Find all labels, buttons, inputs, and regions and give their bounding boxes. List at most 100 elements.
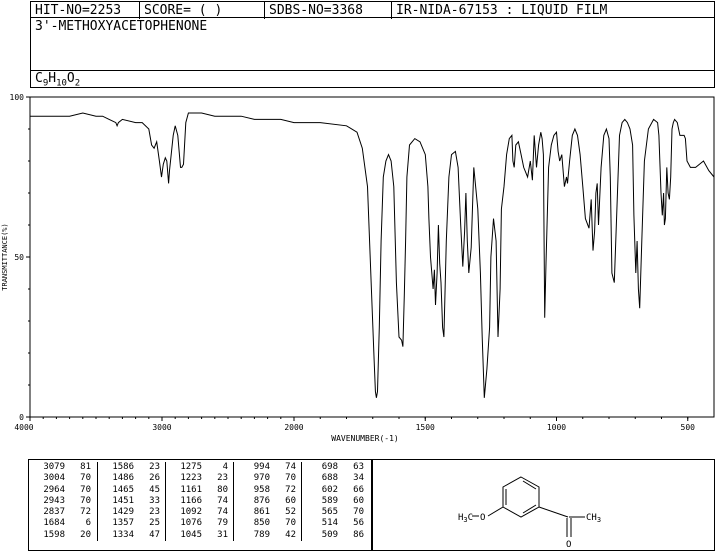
- peak-row: 1684 6: [29, 518, 97, 529]
- peak-transmittance: 33: [149, 495, 160, 506]
- peak-row: 970 70: [234, 473, 302, 484]
- peak-column: 1275 4 1223 23 1161 80 1166 74 1092 74 1076 79 1045 3…: [165, 462, 234, 542]
- peak-row: 1334 47: [98, 530, 166, 541]
- peak-row: 589 60: [302, 496, 370, 507]
- y-tick-label: 100: [10, 93, 25, 102]
- peak-column: 1586 23 1486 26 1465 45 1451 33 1429 23 1357 25 1334…: [97, 462, 166, 542]
- peak-transmittance: 26: [149, 473, 160, 484]
- peak-wavenumber: 2943: [43, 495, 65, 506]
- peak-transmittance: 70: [80, 473, 91, 484]
- peak-transmittance: 70: [353, 507, 364, 518]
- chemical-structure: H3C O O CH3: [458, 476, 601, 550]
- peak-transmittance: 63: [353, 462, 364, 472]
- peak-transmittance: 23: [149, 462, 160, 472]
- peak-transmittance: 70: [80, 484, 91, 495]
- peak-row: 994 74: [234, 462, 302, 473]
- peak-transmittance: 45: [149, 484, 160, 495]
- acetyl-methyl-label: CH3: [586, 513, 601, 524]
- peak-wavenumber: 2964: [43, 484, 65, 495]
- peak-transmittance: 56: [353, 518, 364, 529]
- peak-wavenumber: 565: [321, 507, 338, 518]
- peak-transmittance: 72: [285, 484, 296, 495]
- peak-transmittance: 70: [285, 518, 296, 529]
- peak-transmittance: 6: [85, 518, 91, 529]
- peak-transmittance: 70: [80, 495, 91, 506]
- peak-wavenumber: 1161: [180, 484, 202, 495]
- peak-row: 3079 81: [29, 462, 97, 473]
- peak-transmittance: 60: [353, 495, 364, 506]
- peak-transmittance: 42: [285, 529, 296, 540]
- peak-row: 2964 70: [29, 485, 97, 496]
- peak-row: 2943 70: [29, 496, 97, 507]
- peak-row: 1223 23: [166, 473, 234, 484]
- peak-row: 1465 45: [98, 485, 166, 496]
- peak-column: 698 63 688 34 602 66 589 60 565 70 514 56 509 86: [301, 462, 370, 542]
- peak-wavenumber: 970: [253, 473, 270, 484]
- y-tick-label: 50: [14, 253, 24, 262]
- peak-wavenumber: 2837: [43, 507, 65, 518]
- peak-transmittance: 74: [217, 507, 228, 518]
- peak-wavenumber: 876: [253, 495, 270, 506]
- peak-wavenumber: 994: [253, 462, 270, 472]
- y-tick-label: 0: [19, 413, 24, 422]
- peak-row: 1598 20: [29, 530, 97, 541]
- peak-row: 789 42: [234, 530, 302, 541]
- peak-wavenumber: 1486: [112, 473, 134, 484]
- ring-to-carbonyl-bond: [538, 506, 569, 518]
- peak-transmittance: 23: [217, 473, 228, 484]
- peak-wavenumber: 602: [321, 484, 338, 495]
- ring-to-oxygen-bond: [487, 506, 504, 517]
- peak-row: 1275 4: [166, 462, 234, 473]
- peak-transmittance: 34: [353, 473, 364, 484]
- peak-transmittance: 70: [285, 473, 296, 484]
- peak-wavenumber: 1465: [112, 484, 134, 495]
- peak-column: 994 74 970 70 958 72 876 60 861 52 850 70 789 42: [233, 462, 302, 542]
- peak-wavenumber: 1429: [112, 507, 134, 518]
- peak-wavenumber: 789: [253, 529, 270, 540]
- carbonyl-oxygen-label: O: [566, 540, 571, 550]
- peak-row: 850 70: [234, 518, 302, 529]
- peak-wavenumber: 1357: [112, 518, 134, 529]
- peak-transmittance: 79: [217, 518, 228, 529]
- peak-transmittance: 80: [217, 484, 228, 495]
- peak-row: 1429 23: [98, 507, 166, 518]
- peak-row: 698 63: [302, 462, 370, 473]
- peak-wavenumber: 1045: [180, 529, 202, 540]
- peak-row: 1092 74: [166, 507, 234, 518]
- peak-row: 1076 79: [166, 518, 234, 529]
- x-axis-label: WAVENUMBER(-1): [331, 434, 398, 443]
- x-tick-label: 4000: [14, 423, 33, 432]
- peak-wavenumber: 850: [253, 518, 270, 529]
- peak-transmittance: 86: [353, 529, 364, 540]
- peak-row: 1166 74: [166, 496, 234, 507]
- peak-transmittance: 74: [285, 462, 296, 472]
- peak-transmittance: 31: [217, 529, 228, 540]
- peak-wavenumber: 589: [321, 495, 338, 506]
- x-tick-label: 500: [681, 423, 696, 432]
- x-tick-label: 1000: [547, 423, 566, 432]
- peak-row: 1586 23: [98, 462, 166, 473]
- peak-wavenumber: 1076: [180, 518, 202, 529]
- peak-row: 688 34: [302, 473, 370, 484]
- peak-wavenumber: 1092: [180, 507, 202, 518]
- peak-transmittance: 25: [149, 518, 160, 529]
- peak-transmittance: 66: [353, 484, 364, 495]
- peak-wavenumber: 861: [253, 507, 270, 518]
- peak-row: 1486 26: [98, 473, 166, 484]
- peak-transmittance: 47: [149, 529, 160, 540]
- peak-row: 1451 33: [98, 496, 166, 507]
- methoxy-methyl-label: H3C: [458, 513, 473, 524]
- peak-wavenumber: 1598: [43, 529, 65, 540]
- peak-row: 602 66: [302, 485, 370, 496]
- x-tick-label: 1500: [416, 423, 435, 432]
- peak-wavenumber: 3004: [43, 473, 65, 484]
- peak-wavenumber: 1275: [180, 462, 202, 472]
- peak-row: 514 56: [302, 518, 370, 529]
- peak-wavenumber: 1166: [180, 495, 202, 506]
- x-tick-label: 3000: [152, 423, 171, 432]
- peak-wavenumber: 1334: [112, 529, 134, 540]
- peak-wavenumber: 3079: [43, 462, 65, 472]
- peak-transmittance: 23: [149, 507, 160, 518]
- peak-row: 2837 72: [29, 507, 97, 518]
- peak-row: 1045 31: [166, 530, 234, 541]
